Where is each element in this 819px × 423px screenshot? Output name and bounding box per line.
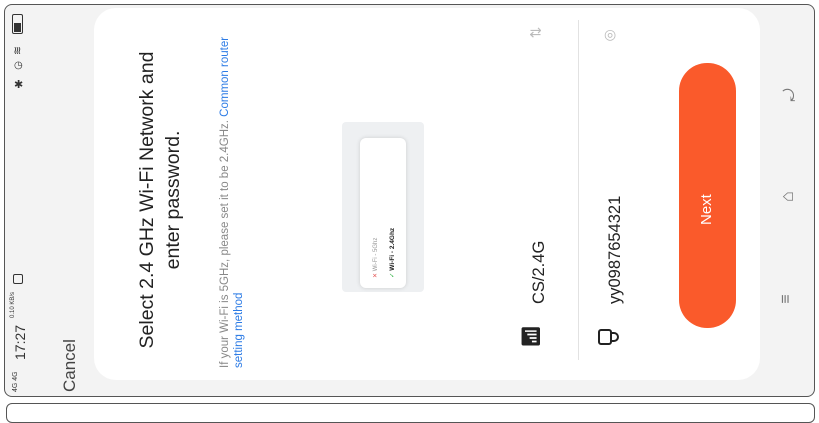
wifi-icon: ≋ xyxy=(12,45,25,56)
navigation-bar: ⤾ ⌂ ≡ xyxy=(774,10,814,390)
notification-icon xyxy=(13,274,23,284)
cancel-button[interactable]: Cancel xyxy=(60,339,80,392)
page-title: Select 2.4 GHz Wi-Fi Network and enter p… xyxy=(134,50,186,350)
divider xyxy=(578,20,579,360)
wifi-list-illustration: ✕ Wi-Fi - 5Ghz ✓ Wi-Fi - 2.4Ghz xyxy=(360,138,406,288)
alarm-icon: ◷ xyxy=(14,60,23,71)
switch-network-icon[interactable]: ⇅ xyxy=(527,27,544,39)
wifi-card xyxy=(94,8,760,380)
menu-icon[interactable]: ≡ xyxy=(778,294,796,303)
good-network-label: ✓ Wi-Fi - 2.4Ghz xyxy=(389,227,396,278)
battery-icon xyxy=(12,14,23,34)
net-speed-text: 0.10 KB/s xyxy=(10,291,16,318)
status-bar: 4G 4G 17:27 0.10 KB/s ✱ ◷ ≋ xyxy=(8,8,38,392)
lock-icon xyxy=(598,326,620,346)
time-text: 17:27 xyxy=(12,324,28,360)
show-password-icon[interactable]: ◎ xyxy=(604,26,616,43)
home-icon[interactable]: ⌂ xyxy=(777,191,798,202)
hint-body: If your Wi-Fi is 5GHz, please set it to … xyxy=(219,120,231,368)
wifi-illustration: ✕ Wi-Fi - 5Ghz ✓ Wi-Fi - 2.4Ghz xyxy=(342,122,424,292)
next-button[interactable]: Next xyxy=(679,63,736,328)
title-text: Select 2.4 GHz Wi-Fi Network and enter p… xyxy=(136,51,184,349)
ssid-field[interactable]: CS/2.4G xyxy=(530,241,549,304)
signal-text: 4G 4G xyxy=(12,371,19,392)
bluetooth-icon: ✱ xyxy=(14,79,24,91)
hint-text: If your Wi-Fi is 5GHz, please set it to … xyxy=(218,28,246,368)
wifi-icon: 📶︎ xyxy=(520,325,541,348)
next-label: Next xyxy=(698,194,715,225)
back-icon[interactable]: ⤾ xyxy=(782,88,800,101)
second-screen-edge xyxy=(6,403,815,423)
password-field[interactable]: yy0987654321 xyxy=(606,196,625,304)
bad-network-label: ✕ Wi-Fi - 5Ghz xyxy=(373,237,379,278)
